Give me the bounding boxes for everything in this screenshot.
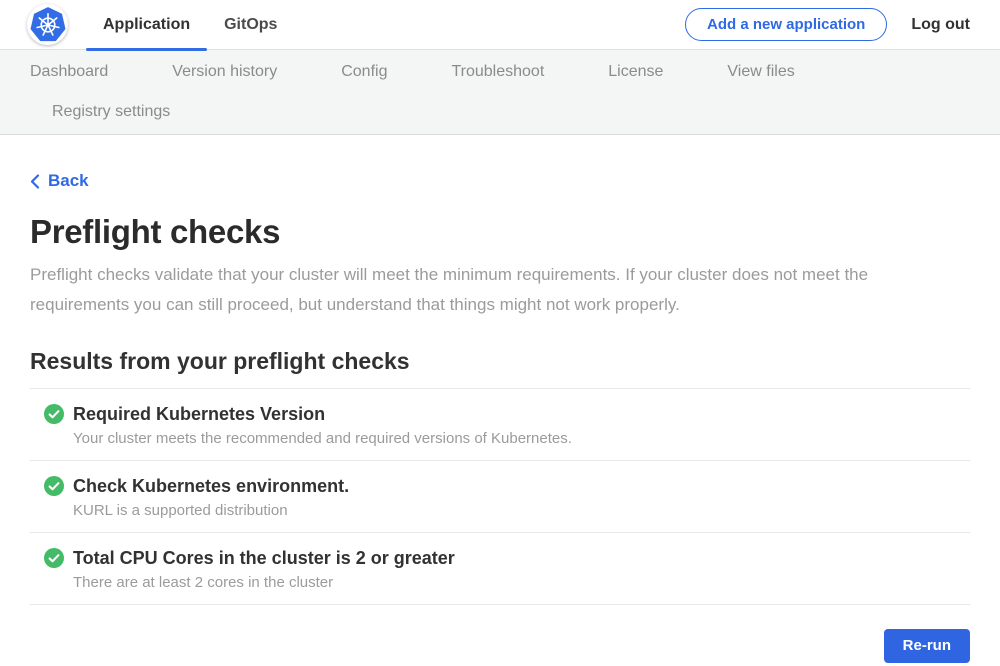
top-navbar: Application GitOps Add a new application… [0, 0, 1000, 50]
tab-gitops[interactable]: GitOps [207, 0, 294, 50]
page-description: Preflight checks validate that your clus… [30, 260, 950, 320]
check-message: KURL is a supported distribution [73, 502, 349, 519]
check-row-text: Total CPU Cores in the cluster is 2 or g… [73, 547, 455, 591]
subnav-item-license[interactable]: License [608, 63, 663, 81]
tab-gitops-label: GitOps [224, 16, 277, 34]
subnav-item-config[interactable]: Config [341, 63, 387, 81]
subnav-item-view-files[interactable]: View files [727, 63, 794, 81]
check-row-text: Required Kubernetes Version Your cluster… [73, 403, 572, 447]
check-row: Total CPU Cores in the cluster is 2 or g… [30, 532, 970, 604]
logout-link[interactable]: Log out [911, 16, 970, 34]
preflight-check-list: Required Kubernetes Version Your cluster… [30, 388, 970, 605]
subnav-item-registry-settings[interactable]: Registry settings [52, 103, 170, 121]
subnav-row-1: Dashboard Version history Config Trouble… [0, 52, 1000, 92]
app-subnav: Dashboard Version history Config Trouble… [0, 50, 1000, 135]
check-row: Check Kubernetes environment. KURL is a … [30, 460, 970, 532]
check-row-text: Check Kubernetes environment. KURL is a … [73, 475, 349, 519]
back-link[interactable]: Back [30, 171, 89, 191]
preflight-page: Back Preflight checks Preflight checks v… [0, 135, 1000, 663]
subnav-row-2: Registry settings [0, 92, 1000, 132]
check-message: There are at least 2 cores in the cluste… [73, 574, 455, 591]
add-application-button[interactable]: Add a new application [685, 8, 887, 41]
success-check-icon [44, 404, 64, 424]
back-link-label: Back [48, 171, 89, 191]
tab-application[interactable]: Application [86, 0, 207, 50]
chevron-left-icon [30, 174, 40, 189]
check-title: Required Kubernetes Version [73, 403, 572, 425]
success-check-icon [44, 476, 64, 496]
check-row: Required Kubernetes Version Your cluster… [30, 388, 970, 460]
navbar-right-actions: Add a new application Log out [685, 8, 970, 41]
tab-application-label: Application [103, 16, 190, 34]
primary-tabs: Application GitOps [86, 0, 294, 50]
subnav-item-dashboard[interactable]: Dashboard [30, 63, 108, 81]
subnav-item-troubleshoot[interactable]: Troubleshoot [451, 63, 544, 81]
check-message: Your cluster meets the recommended and r… [73, 430, 572, 447]
rerun-button[interactable]: Re-run [884, 629, 970, 663]
kubernetes-logo-icon[interactable] [27, 4, 68, 45]
check-title: Total CPU Cores in the cluster is 2 or g… [73, 547, 455, 569]
page-title: Preflight checks [30, 213, 970, 251]
page-actions: Re-run [30, 629, 970, 663]
success-check-icon [44, 548, 64, 568]
check-title: Check Kubernetes environment. [73, 475, 349, 497]
subnav-item-version-history[interactable]: Version history [172, 63, 277, 81]
results-heading: Results from your preflight checks [30, 348, 970, 375]
